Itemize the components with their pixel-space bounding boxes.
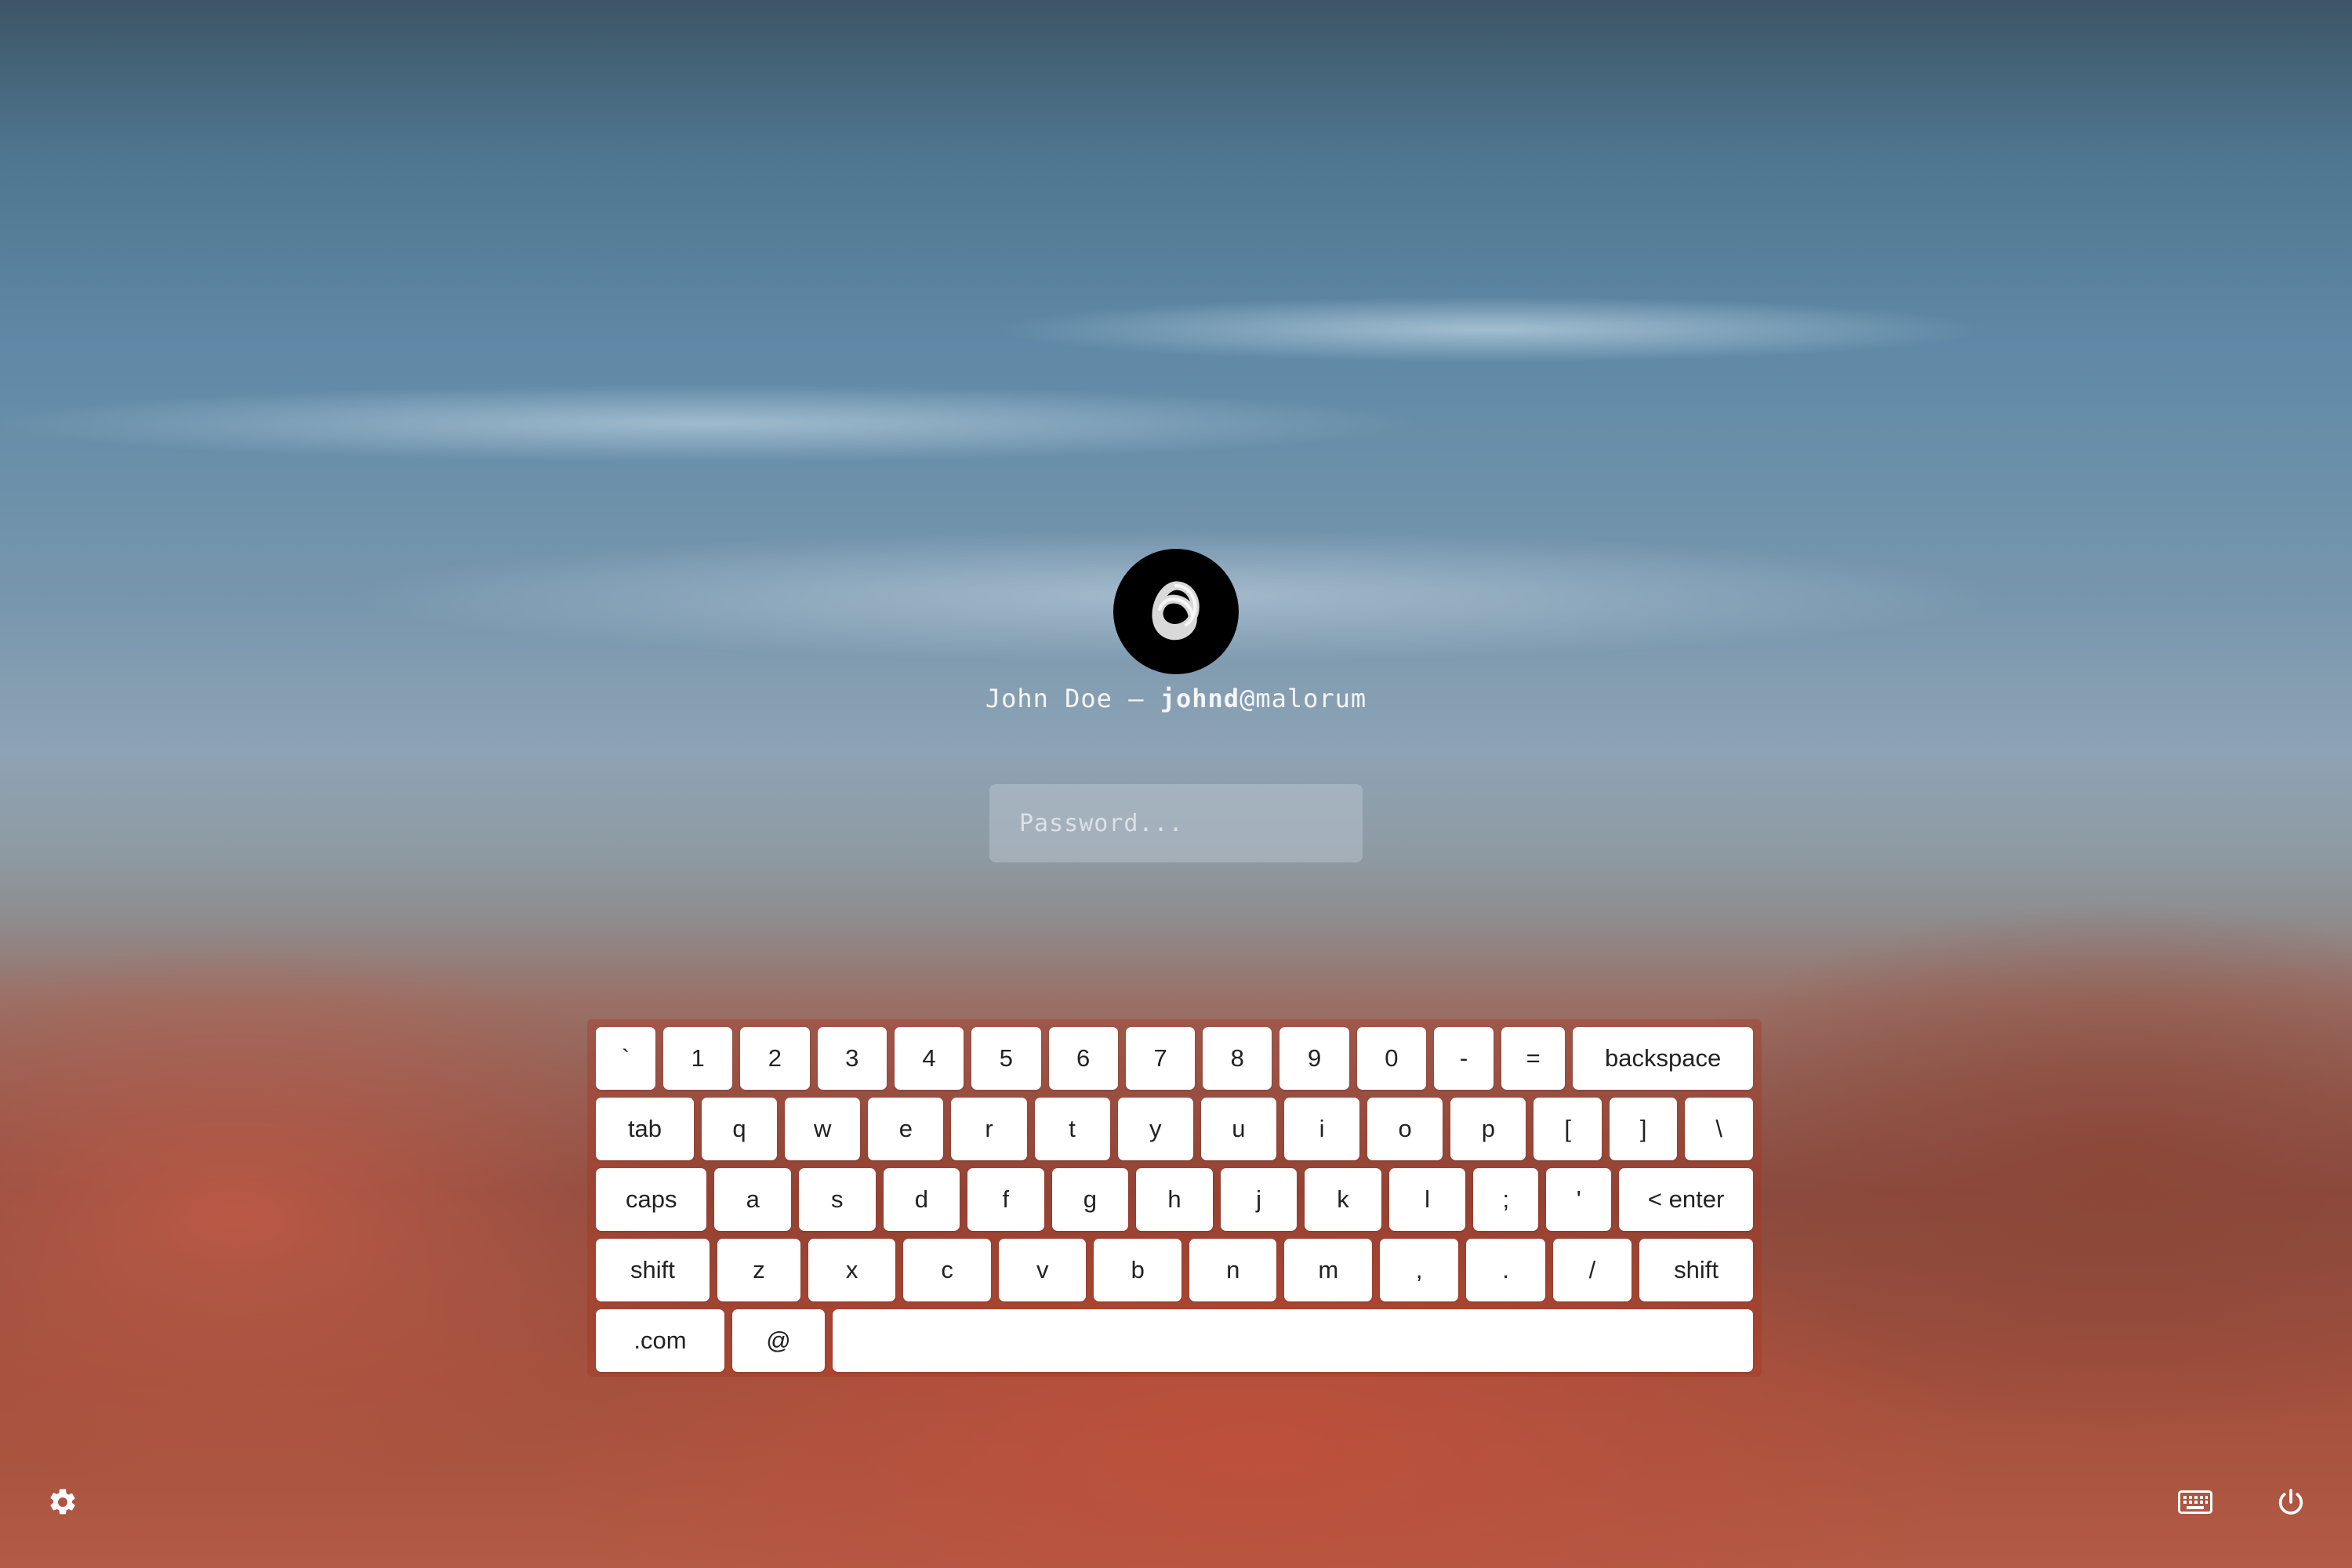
key-h[interactable]: h — [1136, 1168, 1213, 1231]
key-x[interactable]: x — [808, 1239, 896, 1301]
key-p[interactable]: p — [1450, 1098, 1526, 1160]
avatar — [1113, 549, 1239, 674]
power-button[interactable] — [2270, 1482, 2311, 1523]
key-t[interactable]: t — [1034, 1098, 1110, 1160]
key-9[interactable]: 9 — [1279, 1027, 1349, 1090]
key-y[interactable]: y — [1117, 1098, 1193, 1160]
key-g[interactable]: g — [1051, 1168, 1129, 1231]
key-0[interactable]: 0 — [1356, 1027, 1427, 1090]
key-open-bracket[interactable]: [ — [1534, 1098, 1602, 1160]
key-d[interactable]: d — [883, 1168, 960, 1231]
key-comma[interactable]: , — [1380, 1239, 1459, 1301]
key-4[interactable]: 4 — [894, 1027, 964, 1090]
keyboard-toggle-button[interactable] — [2175, 1482, 2216, 1523]
key-backspace[interactable]: backspace — [1573, 1027, 1753, 1090]
key-s[interactable]: s — [799, 1168, 876, 1231]
key-space[interactable] — [833, 1309, 1753, 1372]
user-identity: John Doe — johnd@malorum — [0, 684, 2352, 713]
key-k[interactable]: k — [1305, 1168, 1381, 1231]
key-1[interactable]: 1 — [662, 1027, 733, 1090]
key-i[interactable]: i — [1283, 1098, 1360, 1160]
key-f[interactable]: f — [967, 1168, 1044, 1231]
key-w[interactable]: w — [785, 1098, 861, 1160]
key-8[interactable]: 8 — [1203, 1027, 1272, 1090]
key-a[interactable]: a — [714, 1168, 791, 1231]
key-backslash[interactable]: \ — [1685, 1098, 1753, 1160]
key-backtick[interactable]: ` — [596, 1027, 655, 1090]
key-2[interactable]: 2 — [740, 1027, 810, 1090]
power-icon — [2278, 1489, 2303, 1515]
key-equals[interactable]: = — [1501, 1027, 1566, 1090]
key-caps[interactable]: caps — [596, 1168, 707, 1231]
key-j[interactable]: j — [1220, 1168, 1298, 1231]
key-shift-left[interactable]: shift — [596, 1239, 710, 1301]
user-username: johnd — [1160, 684, 1240, 713]
key-tab[interactable]: tab — [596, 1098, 694, 1160]
key-o[interactable]: o — [1367, 1098, 1443, 1160]
key-enter[interactable]: < enter — [1619, 1168, 1753, 1231]
key-n[interactable]: n — [1189, 1239, 1277, 1301]
key-7[interactable]: 7 — [1125, 1027, 1196, 1090]
key-6[interactable]: 6 — [1048, 1027, 1118, 1090]
keyboard-icon — [2178, 1490, 2212, 1514]
key-slash[interactable]: / — [1552, 1239, 1632, 1301]
keyboard-row-bottom: shift z x c v b n m , . / shift — [596, 1239, 1754, 1301]
keyboard-row-space: .com @ — [596, 1309, 1753, 1372]
gear-icon — [50, 1489, 75, 1515]
key-minus[interactable]: - — [1434, 1027, 1494, 1090]
user-host: @malorum — [1240, 684, 1367, 713]
key-quote[interactable]: ' — [1546, 1168, 1612, 1231]
keyboard-row-numbers: ` 1 2 3 4 5 6 7 8 9 0 - = backspace — [596, 1027, 1753, 1090]
settings-button[interactable] — [44, 1483, 82, 1521]
key-period[interactable]: . — [1466, 1239, 1545, 1301]
keyboard-row-top: tab q w e r t y u i o p [ ] \ — [596, 1098, 1753, 1160]
on-screen-keyboard: ` 1 2 3 4 5 6 7 8 9 0 - = backspace tab … — [587, 1019, 1762, 1377]
key-dotcom[interactable]: .com — [596, 1309, 724, 1372]
key-m[interactable]: m — [1284, 1239, 1372, 1301]
key-5[interactable]: 5 — [971, 1027, 1041, 1090]
key-3[interactable]: 3 — [817, 1027, 887, 1090]
key-v[interactable]: v — [998, 1239, 1087, 1301]
key-q[interactable]: q — [701, 1098, 778, 1160]
key-z[interactable]: z — [717, 1239, 800, 1301]
key-close-bracket[interactable]: ] — [1609, 1098, 1678, 1160]
key-r[interactable]: r — [951, 1098, 1027, 1160]
key-at[interactable]: @ — [732, 1309, 825, 1372]
key-shift-right[interactable]: shift — [1639, 1239, 1754, 1301]
key-c[interactable]: c — [903, 1239, 991, 1301]
key-l[interactable]: l — [1388, 1168, 1466, 1231]
user-separator: — — [1128, 684, 1145, 713]
password-input[interactable] — [989, 784, 1363, 862]
user-display-name: John Doe — [985, 684, 1112, 713]
keyboard-row-home: caps a s d f g h j k l ; ' < enter — [596, 1168, 1753, 1231]
knot-logo-icon — [1152, 581, 1200, 641]
key-e[interactable]: e — [868, 1098, 944, 1160]
key-b[interactable]: b — [1094, 1239, 1181, 1301]
key-u[interactable]: u — [1200, 1098, 1276, 1160]
key-semicolon[interactable]: ; — [1473, 1168, 1539, 1231]
